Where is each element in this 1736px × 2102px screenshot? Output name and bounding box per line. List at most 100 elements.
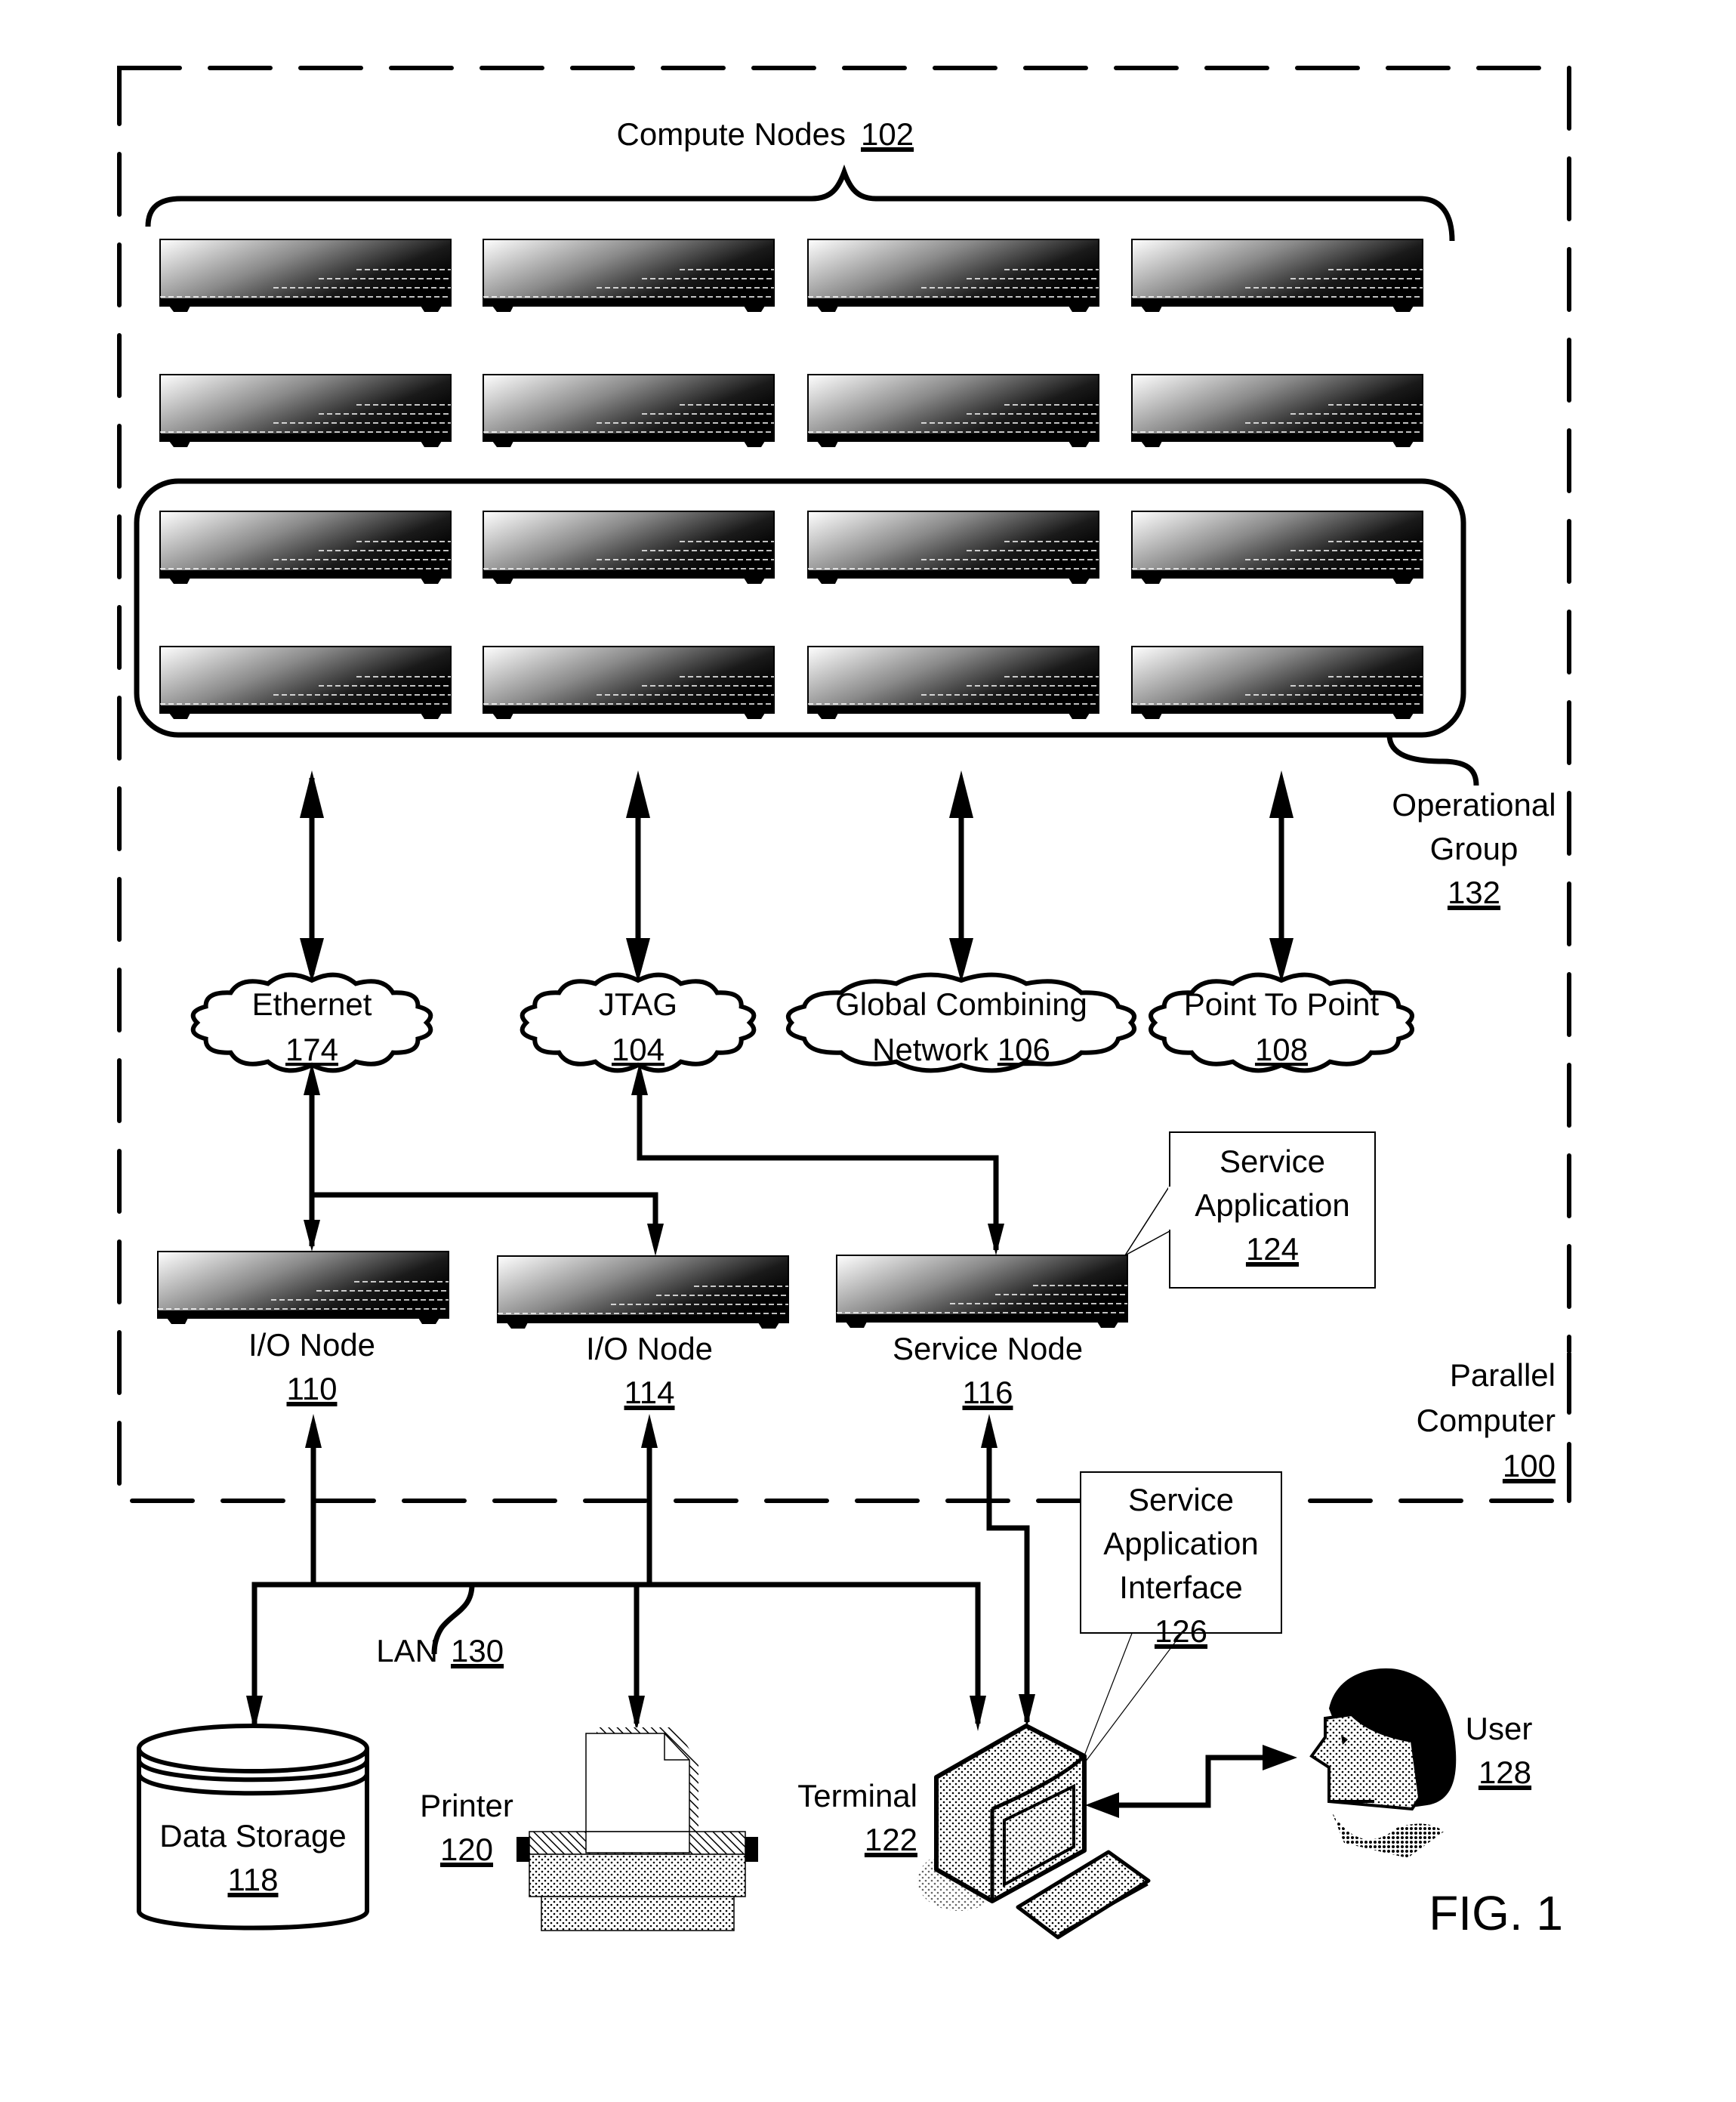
printer-label: Printer — [420, 1788, 513, 1823]
network-name: JTAG — [599, 986, 677, 1022]
service-node-ref: 116 — [963, 1375, 1013, 1410]
network-link-arrow — [300, 770, 324, 983]
reference-underline — [227, 1894, 279, 1897]
compute-node[interactable] — [159, 646, 452, 720]
reference-underline — [624, 1407, 675, 1410]
compute-node[interactable] — [807, 374, 1099, 448]
lan-connectors: LAN — [246, 1414, 1035, 1731]
service-application-callout: Service Application 124 — [1124, 1131, 1376, 1289]
printer-icon — [516, 1727, 758, 1931]
service-node-116[interactable]: Service Node 116 — [836, 1255, 1128, 1410]
compute-node[interactable] — [1131, 374, 1423, 448]
reference-underline — [861, 149, 914, 152]
reference-underline — [439, 1864, 494, 1867]
network-ref: Network 106 — [872, 1032, 1050, 1067]
user-icon — [1309, 1668, 1457, 1858]
terminal-label: Terminal — [797, 1778, 917, 1813]
service-application-interface-callout: Service Application Interface 126 — [1078, 1471, 1282, 1772]
parallel-computer-ref: 100 — [1503, 1448, 1556, 1483]
sai-ref: 126 — [1155, 1613, 1207, 1649]
io-node-114-ref: 114 — [624, 1375, 675, 1410]
sai-line2: Application — [1103, 1526, 1258, 1561]
compute-nodes-brace — [145, 164, 1455, 242]
reference-underline — [864, 1854, 917, 1857]
service-application-ref: 124 — [1246, 1231, 1299, 1267]
data-storage-label: Data Storage — [159, 1818, 347, 1854]
operational-group-ref: 132 — [1448, 875, 1500, 910]
ethernet-to-io-connector — [304, 1063, 664, 1256]
io-node-110[interactable]: I/O Node 110 — [157, 1251, 449, 1406]
parallel-computer-diagram: Compute Nodes 102 Operational Group 132 … — [117, 66, 1578, 1940]
terminal[interactable]: Terminal 122 — [797, 1724, 1151, 1940]
printer-ref: 120 — [440, 1832, 493, 1867]
operational-group-line2: Group — [1430, 831, 1519, 866]
data-storage[interactable]: Data Storage 118 — [137, 1724, 369, 1931]
network-cloud[interactable]: Global Combining Network 106 — [786, 972, 1136, 1073]
reference-underline — [1154, 1646, 1208, 1649]
io-node-114-label: I/O Node — [586, 1331, 713, 1366]
user-ref: 128 — [1479, 1755, 1531, 1790]
service-application-line1: Service — [1220, 1144, 1325, 1179]
user-label: User — [1466, 1711, 1533, 1746]
reference-underline — [1245, 1264, 1300, 1267]
compute-node[interactable] — [1131, 239, 1423, 313]
sai-line3: Interface — [1119, 1570, 1242, 1605]
network-link-arrow — [949, 770, 973, 983]
service-node-label: Service Node — [893, 1331, 1083, 1366]
network-arrows — [300, 770, 1294, 983]
server-icon — [836, 1255, 1128, 1329]
network-link-arrow — [626, 770, 650, 983]
compute-node[interactable] — [159, 511, 452, 585]
compute-node[interactable] — [483, 511, 775, 585]
reference-underline — [451, 1665, 504, 1668]
network-name: Global Combining — [835, 986, 1087, 1022]
compute-node[interactable] — [1131, 646, 1423, 720]
data-storage-ref: 118 — [228, 1862, 279, 1897]
network-ref: 174 — [285, 1032, 338, 1067]
service-application-line2: Application — [1195, 1187, 1349, 1223]
reference-underline — [1502, 1480, 1556, 1483]
compute-node[interactable] — [807, 646, 1099, 720]
parallel-computer-label: Parallel Computer 100 — [1417, 1351, 1578, 1503]
network-link-arrow — [1269, 770, 1294, 983]
io-node-114[interactable]: I/O Node 114 — [497, 1255, 789, 1410]
terminal-ref: 122 — [865, 1822, 917, 1857]
reference-underline — [1478, 1787, 1532, 1790]
compute-node[interactable] — [807, 511, 1099, 585]
parallel-computer-line2: Computer — [1417, 1403, 1556, 1438]
network-cloud[interactable]: Ethernet 174 — [190, 972, 433, 1073]
network-name: Point To Point — [1184, 986, 1380, 1022]
server-icon — [497, 1255, 789, 1329]
io-node-110-ref: 110 — [287, 1371, 338, 1406]
reference-underline — [286, 1403, 338, 1406]
jtag-to-service-connector — [631, 1063, 1004, 1255]
lan-ref: 130 — [451, 1633, 504, 1668]
compute-node[interactable] — [483, 646, 775, 720]
user[interactable]: User 128 — [1309, 1668, 1533, 1858]
server-icon — [157, 1251, 449, 1325]
figure-label: FIG. 1 — [1429, 1886, 1563, 1940]
compute-node[interactable] — [159, 374, 452, 448]
sai-line1: Service — [1128, 1482, 1234, 1517]
network-cloud[interactable]: Point To Point 108 — [1149, 972, 1414, 1073]
network-ref: 108 — [1255, 1032, 1308, 1067]
compute-nodes-label: Compute Nodes — [617, 116, 846, 152]
network-ref: 104 — [612, 1032, 664, 1067]
compute-node[interactable] — [159, 239, 452, 313]
io-node-110-label: I/O Node — [248, 1327, 375, 1363]
reference-underline — [1447, 907, 1501, 910]
computer-terminal-icon — [917, 1724, 1151, 1940]
parallel-computer-line1: Parallel — [1450, 1357, 1556, 1393]
operational-group-line1: Operational — [1392, 787, 1556, 823]
compute-nodes-header: Compute Nodes 102 — [145, 116, 1455, 242]
compute-node[interactable] — [1131, 511, 1423, 585]
compute-node[interactable] — [807, 239, 1099, 313]
network-clouds: Ethernet 174 JTAG 104 Global Combining Networ… — [190, 972, 1414, 1073]
lan-label: LAN — [376, 1633, 438, 1668]
compute-node[interactable] — [483, 239, 775, 313]
reference-underline — [962, 1407, 1013, 1410]
compute-node[interactable] — [483, 374, 775, 448]
network-cloud[interactable]: JTAG 104 — [520, 972, 757, 1073]
terminal-user-link — [1085, 1745, 1297, 1818]
printer[interactable]: Printer 120 — [420, 1727, 758, 1931]
